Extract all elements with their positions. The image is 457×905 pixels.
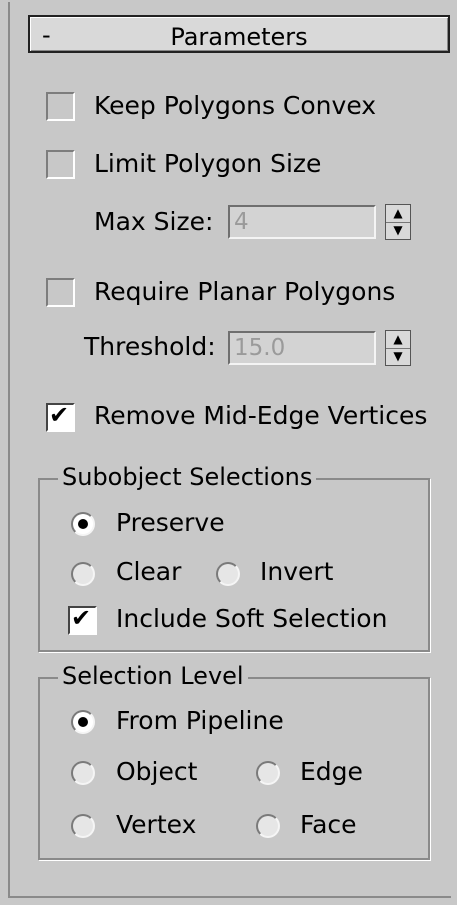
rollout-title: Parameters [170,23,308,51]
selection-level-group [38,677,430,860]
require-planar-polygons-checkbox[interactable] [46,278,75,307]
radio-dot-icon [78,519,88,529]
face-label[interactable]: Face [300,810,357,839]
clear-label[interactable]: Clear [116,557,181,586]
invert-label[interactable]: Invert [260,557,333,586]
keep-polygons-convex-checkbox[interactable] [46,92,75,121]
selection-level-title: Selection Level [58,662,248,690]
spinner-up-icon[interactable]: ▲ [386,205,410,223]
spinner-up-icon[interactable]: ▲ [386,331,410,349]
clear-radio[interactable] [71,562,95,586]
radio-dot-icon [78,717,88,727]
edge-radio[interactable] [256,761,280,785]
include-soft-selection-label[interactable]: Include Soft Selection [116,604,387,633]
max-size-field[interactable]: 4 [228,205,376,239]
face-radio[interactable] [256,814,280,838]
spinner-down-icon[interactable]: ▼ [386,222,410,239]
max-size-label: Max Size: [94,207,214,236]
invert-radio[interactable] [216,562,240,586]
checkmark-icon: ✔ [49,401,70,429]
from-pipeline-label[interactable]: From Pipeline [116,706,284,735]
keep-polygons-convex-label[interactable]: Keep Polygons Convex [94,91,376,120]
spinner-down-icon[interactable]: ▼ [386,348,410,365]
remove-mid-edge-vertices-label[interactable]: Remove Mid-Edge Vertices [94,401,427,430]
limit-polygon-size-checkbox[interactable] [46,150,75,179]
rollout-header-button[interactable]: - Parameters [28,15,450,53]
from-pipeline-radio[interactable] [71,710,95,734]
require-planar-polygons-label[interactable]: Require Planar Polygons [94,277,395,306]
threshold-spinner[interactable]: ▲ ▼ [385,330,411,366]
object-radio[interactable] [71,761,95,785]
include-soft-selection-checkbox[interactable]: ✔ [68,604,97,635]
vertex-radio[interactable] [71,814,95,838]
threshold-label: Threshold: [84,332,216,361]
max-size-spinner[interactable]: ▲ ▼ [385,204,411,240]
edge-label[interactable]: Edge [300,757,363,786]
limit-polygon-size-label[interactable]: Limit Polygon Size [94,149,321,178]
object-label[interactable]: Object [116,757,197,786]
preserve-label[interactable]: Preserve [116,508,225,537]
preserve-radio[interactable] [71,512,95,536]
vertex-label[interactable]: Vertex [116,810,196,839]
checkmark-icon: ✔ [71,604,92,632]
threshold-field[interactable]: 15.0 [228,331,376,365]
remove-mid-edge-vertices-checkbox[interactable]: ✔ [46,401,75,432]
subobject-selections-title: Subobject Selections [58,463,317,491]
